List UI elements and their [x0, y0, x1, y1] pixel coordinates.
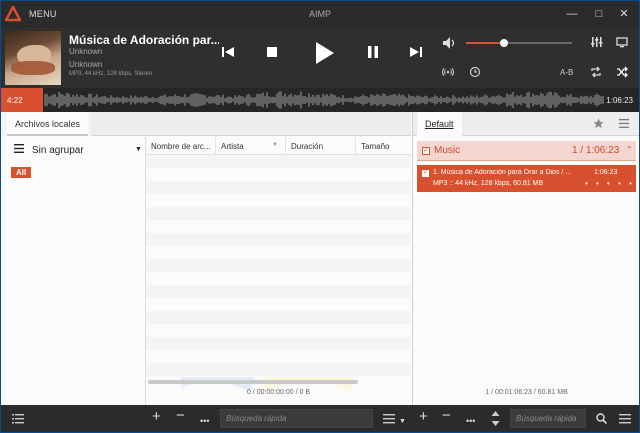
track-title: Música de Adoración par... [69, 33, 219, 47]
timer-icon[interactable] [469, 66, 481, 78]
track-album: Unknown [69, 60, 103, 69]
group-checkbox[interactable]: ✓ [422, 147, 430, 155]
search-icon[interactable] [596, 413, 607, 424]
current-time: 4:22 [7, 96, 23, 105]
next-icon [410, 47, 422, 57]
ab-repeat-button[interactable]: A-B [560, 68, 573, 77]
sort-indicator-icon: ▼ [272, 142, 278, 148]
track-artist: Unknown [69, 47, 103, 56]
item-info: MP3 :: 44 kHz, 128 kbps, 60.81 MB [433, 180, 544, 187]
column-size[interactable]: Tamaño [356, 137, 411, 155]
collapse-icon[interactable]: ⌃ [626, 145, 633, 154]
column-duration[interactable]: Duración [286, 137, 356, 155]
column-artist-label: Artista [221, 142, 244, 151]
grouping-panel: Sin agrupar ▼ All [1, 137, 146, 405]
title-bar: MENU AIMP — □ ✕ [1, 1, 639, 28]
visualization-icon[interactable] [616, 36, 628, 48]
group-name: Music [434, 145, 461, 156]
player-panel: Música de Adoración par... Unknown Unkno… [1, 28, 639, 88]
sort-menu-chevron-icon[interactable]: ▼ [399, 416, 406, 428]
group-summary: 1 / 1:06:23 [572, 145, 620, 156]
chevron-down-icon[interactable]: ▼ [135, 146, 142, 153]
playlist-menu-icon[interactable] [619, 119, 629, 128]
minimize-button[interactable]: — [559, 1, 585, 28]
shuffle-icon[interactable] [616, 66, 628, 78]
move-up-down-icon[interactable] [491, 411, 500, 426]
column-artist[interactable]: Artista ▼ [216, 137, 286, 155]
repeat-icon[interactable] [590, 66, 602, 78]
library-file-list[interactable] [146, 155, 411, 377]
library-column-headers: Nombre de arc... Artista ▼ Duración Tamañ… [146, 137, 411, 155]
app-title: AIMP [308, 9, 331, 19]
filter-all-badge[interactable]: All [11, 167, 32, 178]
list-view-icon[interactable] [12, 413, 24, 424]
playlist-search-input[interactable] [510, 409, 586, 428]
playlist-more-button[interactable]: ••• [466, 415, 475, 427]
next-button[interactable] [409, 45, 423, 59]
playlist-tab-bar: Default [413, 112, 639, 136]
cover-figure-lower [11, 61, 55, 75]
pause-icon [368, 46, 378, 58]
item-checkbox[interactable]: ✓ [422, 170, 429, 177]
playlist-group-header[interactable]: ✓ Music 1 / 1:06:23 ⌃ [417, 141, 636, 161]
item-duration: 1:06:23 [594, 169, 618, 176]
grouping-selector[interactable]: Sin agrupar [32, 145, 84, 156]
maximize-button[interactable]: □ [586, 1, 612, 28]
playlist-status: 1 / 00:01:06:23 / 60.81 MB [485, 389, 568, 396]
column-name[interactable]: Nombre de arc... [146, 137, 216, 155]
waveform-seekbar[interactable]: 4:22 1:06:23 [1, 88, 639, 112]
library-more-button[interactable]: ••• [200, 415, 209, 427]
album-cover[interactable] [5, 31, 61, 85]
playlist-add-button[interactable]: + [419, 409, 428, 424]
prev-button[interactable] [221, 45, 235, 59]
stop-button[interactable] [266, 46, 278, 58]
radio-icon[interactable] [442, 66, 454, 78]
library-horizontal-scrollbar[interactable] [148, 380, 358, 384]
tab-default-playlist[interactable]: Default [417, 112, 462, 136]
rating-dots[interactable]: • • • • • [585, 179, 635, 188]
sort-menu-icon[interactable] [383, 413, 395, 424]
equalizer-icon[interactable] [591, 36, 603, 48]
play-icon [316, 42, 334, 64]
playlist-item[interactable]: ✓ 1. Música de Adoración para Orar a Dio… [417, 165, 636, 192]
stop-icon [267, 47, 277, 57]
playlist-menu-bottom-icon[interactable] [619, 413, 631, 424]
library-add-button[interactable]: + [152, 409, 161, 424]
track-tech-info: MP3, 44 kHz, 128 kbps, Stereo [69, 71, 153, 77]
volume-fill [466, 42, 505, 44]
main-area: Archivos locales Sin agrupar ▼ All Nombr… [1, 112, 639, 405]
pause-button[interactable] [367, 46, 379, 58]
volume-knob[interactable] [500, 39, 509, 47]
playlist-remove-button[interactable]: − [442, 408, 451, 423]
tab-local-files[interactable]: Archivos locales [7, 112, 89, 136]
star-icon[interactable] [593, 118, 604, 129]
volume-icon[interactable] [442, 36, 456, 50]
play-button[interactable] [313, 41, 335, 65]
waveform-graphic [44, 91, 604, 109]
item-title: 1. Música de Adoración para Orar a Dios … [433, 169, 572, 176]
library-remove-button[interactable]: − [176, 408, 185, 423]
total-time: 1:06:23 [604, 95, 635, 106]
aimp-window: MENU AIMP — □ ✕ Música de Adoración par.… [0, 0, 640, 433]
library-search-input[interactable] [220, 409, 373, 428]
library-tab-bar: Archivos locales [1, 112, 411, 136]
library-status: 0 / 00:00:00:00 / 0 B [246, 389, 311, 396]
bottom-toolbar: + − ••• ▼ + − ••• [1, 405, 639, 432]
volume-slider[interactable] [466, 39, 572, 47]
prev-icon [222, 47, 234, 57]
playlist-panel: Default ✓ Music 1 / 1:06:23 ⌃ ✓ 1. Músic… [412, 112, 639, 405]
close-button[interactable]: ✕ [611, 1, 637, 28]
hamburger-menu-icon[interactable] [14, 144, 24, 153]
